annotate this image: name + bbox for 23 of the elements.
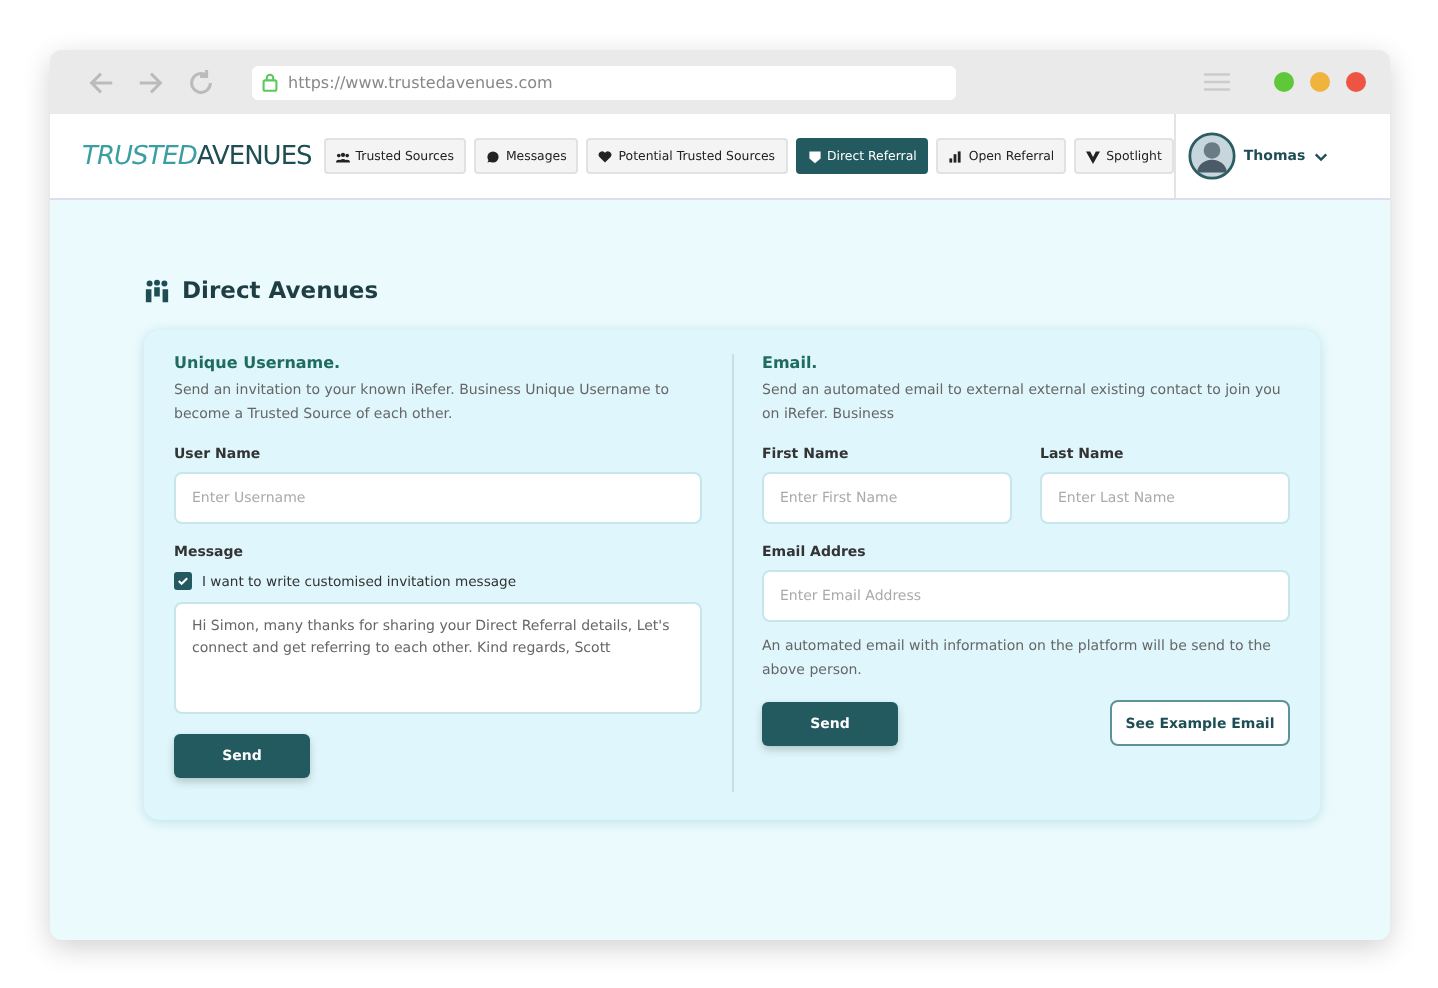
logo-text: TRUSTEDAVENUES — [82, 141, 312, 171]
chat-icon — [485, 149, 500, 163]
menu-icon[interactable] — [1204, 72, 1230, 92]
shield-icon — [807, 149, 822, 163]
close-button[interactable] — [1346, 72, 1366, 92]
url-text: https://www.trustedavenues.com — [288, 73, 553, 91]
reload-icon[interactable] — [186, 67, 216, 97]
minimize-button[interactable] — [1310, 72, 1330, 92]
page-title: Direct Avenues — [182, 276, 379, 304]
people-icon — [144, 277, 170, 303]
back-icon[interactable] — [86, 67, 116, 97]
avatar-icon[interactable] — [1187, 132, 1236, 180]
people-icon — [335, 149, 350, 163]
chevron-down-icon[interactable] — [1313, 151, 1328, 161]
address-bar[interactable]: https://www.trustedavenues.com — [252, 65, 956, 99]
lock-icon — [262, 72, 278, 92]
bar-chart-icon — [948, 149, 963, 163]
maximize-button[interactable] — [1274, 72, 1294, 92]
heart-icon — [598, 149, 613, 163]
section-heading: Email. — [762, 354, 820, 372]
checkbox[interactable] — [174, 572, 192, 590]
section-heading: Unique Username. — [174, 354, 343, 372]
forward-icon[interactable] — [136, 67, 166, 97]
